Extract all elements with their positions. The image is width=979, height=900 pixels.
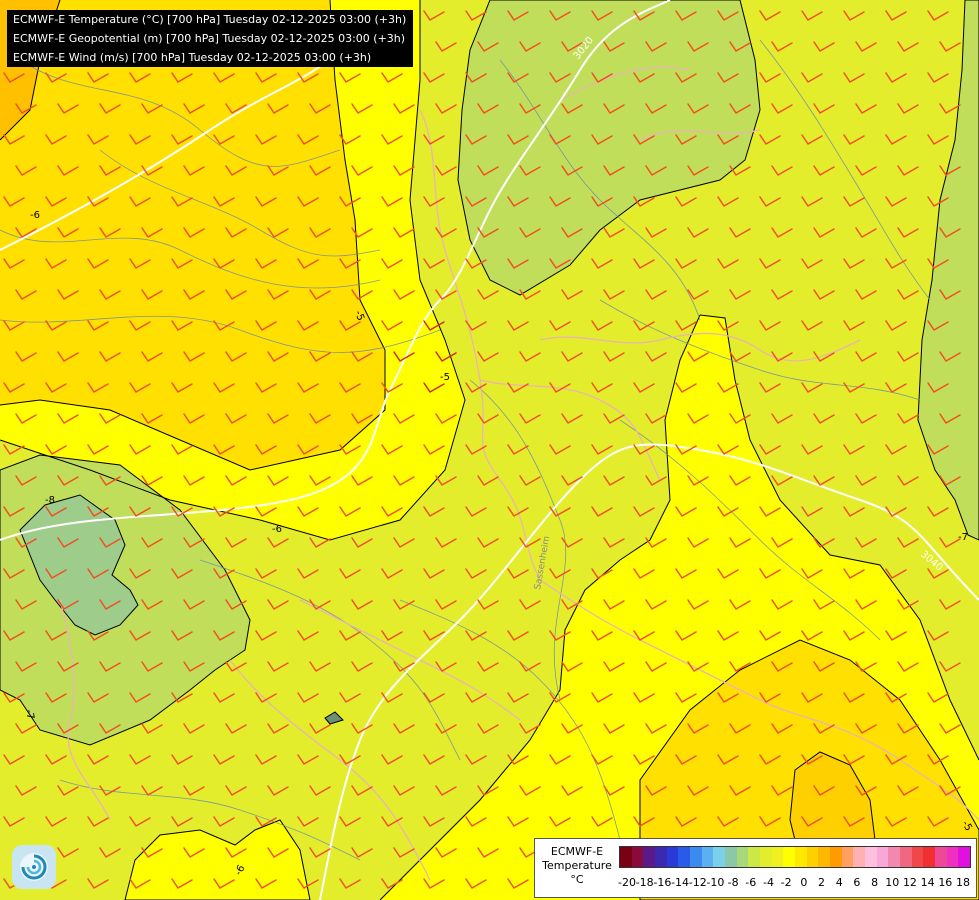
legend-swatch (771, 847, 784, 867)
legend-swatch (888, 847, 901, 867)
legend-tick: 12 (902, 876, 917, 889)
ecmwf-logo (12, 845, 56, 889)
legend-tick: 16 (938, 876, 953, 889)
isotherm-label: -7 (958, 532, 968, 543)
legend-swatch (935, 847, 947, 867)
legend-swatch (946, 847, 959, 867)
legend-swatch (655, 847, 667, 867)
legend-swatch (911, 847, 924, 867)
legend-tick: -10 (706, 876, 725, 889)
legend-tick: -8 (727, 876, 739, 889)
legend-swatch (818, 847, 831, 867)
legend-tick: 8 (871, 876, 879, 889)
legend-tick: 0 (800, 876, 808, 889)
ecmwf-swirl-icon (20, 853, 48, 881)
isotherm-label: -8 (45, 495, 55, 506)
legend-swatch (923, 847, 936, 867)
legend-swatch (725, 847, 737, 867)
legend-swatch (841, 847, 854, 867)
isotherm-label: -5 (440, 372, 450, 383)
legend-swatch (853, 847, 866, 867)
legend-swatch (958, 847, 971, 867)
isotherm-label: -6 (30, 210, 40, 221)
legend-tick: 2 (818, 876, 826, 889)
legend-swatch (795, 847, 807, 867)
legend-tick: -12 (688, 876, 707, 889)
legend-tick: 6 (853, 876, 861, 889)
legend-swatch (643, 847, 656, 867)
legend-tick: -18 (635, 876, 654, 889)
legend-tick: -20 (618, 876, 636, 889)
header-line-wind: ECMWF-E Wind (m/s) [700 hPa] Tuesday 02-… (13, 51, 372, 64)
map-header: ECMWF-E Temperature (°C) [700 hPa] Tuesd… (7, 10, 413, 67)
legend-swatch (666, 847, 679, 867)
legend-tick: -14 (671, 876, 690, 889)
temperature-legend: ECMWF-E Temperature °C -20 -18 -16 -14 -12 -1… (534, 838, 977, 898)
legend-swatch (876, 847, 889, 867)
map-screen: -5 -6 -6 -8 -7 -6 -5 -5 -7 3020 3040 Sas… (0, 0, 979, 900)
legend-swatch (760, 847, 772, 867)
legend-ticks: -20 -18 -16 -14 -12 -10 -8 -6 -4 -2 0 2 4 6 8 10 12 14 16 1… (618, 876, 971, 890)
legend-color-bar (619, 846, 971, 868)
header-line-geopotential: ECMWF-E Geopotential (m) [700 hPa] Tuesd… (13, 32, 406, 45)
legend-swatch (806, 847, 819, 867)
legend-tick: -6 (745, 876, 757, 889)
legend-swatch (900, 847, 912, 867)
legend-tick: -4 (762, 876, 774, 889)
isotherm-label: -6 (272, 524, 282, 535)
legend-swatch (713, 847, 726, 867)
legend-swatch (736, 847, 749, 867)
header-line-temperature: ECMWF-E Temperature (°C) [700 hPa] Tuesd… (13, 13, 407, 26)
legend-tick: -2 (780, 876, 792, 889)
legend-swatch (631, 847, 644, 867)
legend-swatch (783, 847, 796, 867)
legend-tick: -16 (653, 876, 672, 889)
legend-swatch (690, 847, 702, 867)
legend-tick: 4 (835, 876, 843, 889)
weather-map: -5 -6 -6 -8 -7 -6 -5 -5 -7 3020 3040 Sas… (0, 0, 979, 900)
legend-title: ECMWF-E Temperature °C (542, 845, 612, 886)
legend-swatch (748, 847, 761, 867)
legend-swatch (620, 847, 632, 867)
legend-tick: 18 (956, 876, 970, 889)
legend-tick: 10 (885, 876, 900, 889)
legend-tick: 14 (920, 876, 935, 889)
legend-swatch (678, 847, 691, 867)
isotherm-label: -7 (23, 709, 36, 721)
legend-swatch (701, 847, 714, 867)
legend-swatch (830, 847, 842, 867)
legend-swatch (865, 847, 877, 867)
